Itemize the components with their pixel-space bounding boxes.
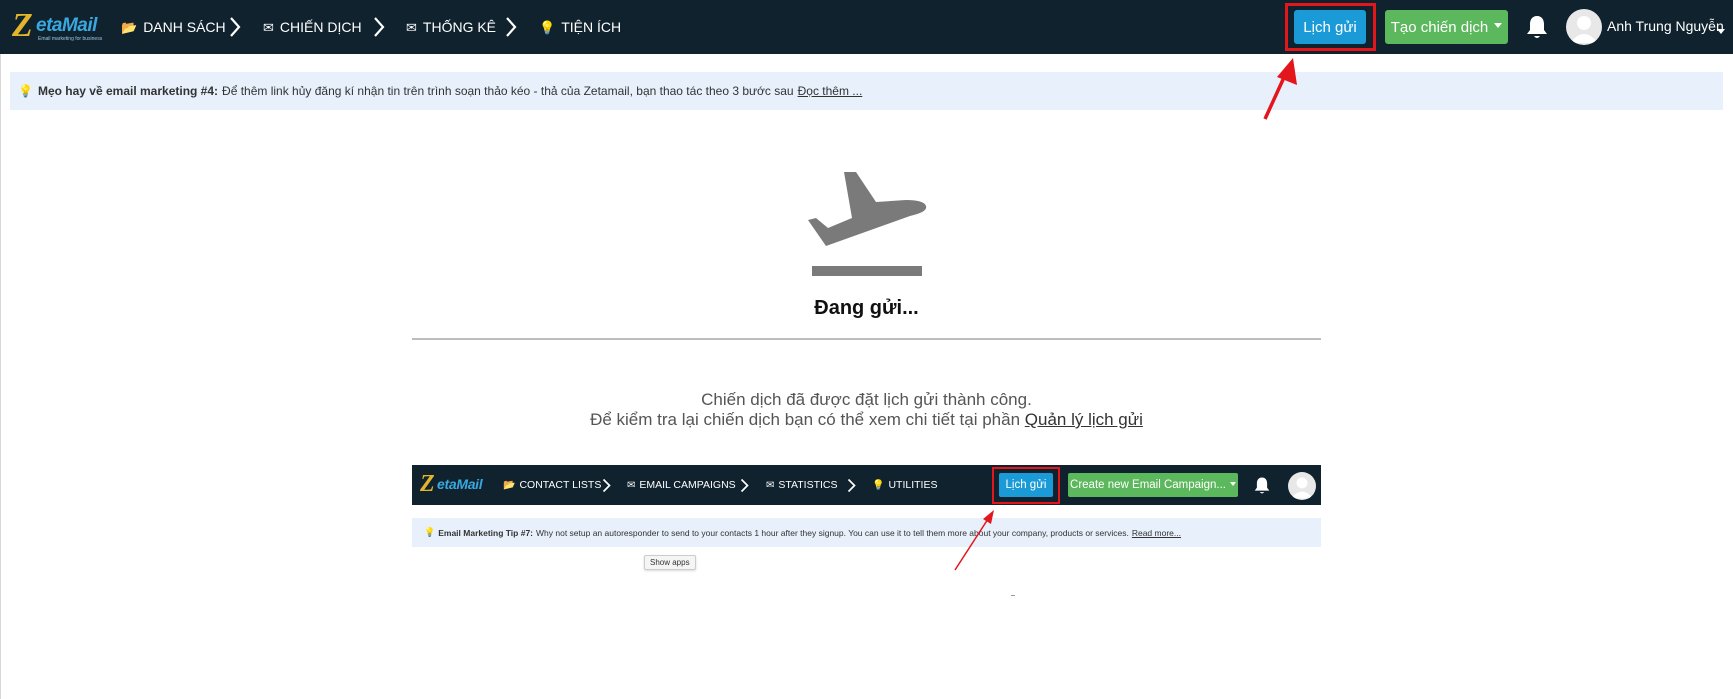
success-message: Chiến dịch đã được đặt lịch gửi thành cô… xyxy=(701,390,1032,409)
lightbulb-icon: 💡 xyxy=(424,527,436,537)
red-arrow-annotation xyxy=(1263,58,1297,120)
airplane-departure-icon xyxy=(808,172,927,276)
embedded-tip-text: Why not setup an autoresponder to send t… xyxy=(536,527,1129,538)
embedded-nav-utilities: 💡 UTILITIES xyxy=(872,465,937,505)
embedded-logo: Z etaMail xyxy=(420,471,486,499)
embedded-navbar: Z etaMail 📂 CONTACT LISTS ✉ EMAIL CAMPAI… xyxy=(412,465,1321,505)
bell-icon[interactable] xyxy=(1525,14,1549,40)
red-arrow-annotation xyxy=(954,510,994,571)
lightbulb-icon: 💡 xyxy=(18,84,33,98)
caret-down-icon[interactable] xyxy=(1717,29,1725,34)
chevron-right-icon xyxy=(740,478,749,493)
tip-bar: 💡 Mẹo hay về email marketing #4: Để thêm… xyxy=(10,72,1723,110)
nav-label: CONTACT LISTS xyxy=(519,479,602,491)
nav-contact-lists[interactable]: 📂 DANH SÁCH xyxy=(121,0,226,54)
embedded-screenshot: Z etaMail 📂 CONTACT LISTS ✉ EMAIL CAMPAI… xyxy=(412,465,1321,615)
logo-name: etaMail xyxy=(36,15,97,36)
embedded-nav-contact-lists: 📂 CONTACT LISTS xyxy=(503,465,601,505)
nav-utilities[interactable]: 💡 TIỆN ÍCH xyxy=(539,0,621,54)
embedded-nav-statistics: ✉ STATISTICS xyxy=(766,465,838,505)
nav-label: THỐNG KÊ xyxy=(422,19,497,35)
nav-label: STATISTICS xyxy=(778,479,838,491)
bell-icon xyxy=(1254,477,1270,494)
folder-icon: 📂 xyxy=(121,19,138,35)
nav-label: TIỆN ÍCH xyxy=(561,19,622,35)
avatar[interactable] xyxy=(1566,9,1602,45)
page-frame xyxy=(0,54,1,699)
logo-letter: Z xyxy=(12,7,33,44)
top-navbar: Z etaMail Email marketing for business 📂… xyxy=(0,0,1733,54)
sending-heading: Đang gửi... xyxy=(814,297,919,319)
instruction-message: Để kiểm tra lại chiến dịch bạn có thể xe… xyxy=(0,410,1733,430)
envelope-icon: ✉ xyxy=(766,479,775,491)
schedule-management-link[interactable]: Quản lý lịch gửi xyxy=(1025,410,1143,429)
embedded-tip-bar: 💡 Email Marketing Tip #7: Why not setup … xyxy=(412,518,1321,547)
embedded-schedule-highlight-box xyxy=(992,467,1060,504)
cursor-mark xyxy=(1011,595,1015,596)
embedded-read-more-link: Read more... xyxy=(1131,527,1181,538)
embedded-create-campaign-button: Create new Email Campaign... xyxy=(1068,473,1238,497)
instruction-text: Để kiểm tra lại chiến dịch bạn có thể xe… xyxy=(590,410,1021,429)
nav-campaigns[interactable]: ✉ CHIẾN DỊCH xyxy=(263,0,362,54)
user-silhouette-icon xyxy=(1291,477,1313,499)
chevron-right-icon xyxy=(602,478,611,493)
divider xyxy=(412,338,1321,340)
chevron-right-icon xyxy=(847,478,856,493)
nav-label: DANH SÁCH xyxy=(143,19,226,35)
zetamail-logo[interactable]: Z etaMail Email marketing for business xyxy=(12,7,102,46)
tip-text: Để thêm link hủy đăng kí nhận tin trên t… xyxy=(222,84,794,98)
create-campaign-button[interactable]: Tạo chiến dịch xyxy=(1385,10,1508,44)
envelope-icon: ✉ xyxy=(263,19,274,35)
embedded-nav-campaigns: ✉ EMAIL CAMPAIGNS xyxy=(627,465,736,505)
caret-down-icon xyxy=(1229,482,1236,486)
caret-down-icon xyxy=(1494,23,1503,28)
nav-statistics[interactable]: ✉ THỐNG KÊ xyxy=(406,0,496,54)
folder-icon: 📂 xyxy=(503,479,516,491)
nav-label: EMAIL CAMPAIGNS xyxy=(639,479,736,491)
embedded-tip-title: Email Marketing Tip #7: xyxy=(438,527,534,538)
logo-letter: Z xyxy=(420,471,435,497)
logo-name: etaMail xyxy=(437,476,483,492)
nav-label: CHIẾN DỊCH xyxy=(279,19,362,35)
envelope-icon: ✉ xyxy=(406,19,417,35)
envelope-icon: ✉ xyxy=(627,479,636,491)
user-silhouette-icon xyxy=(1570,16,1598,43)
lightbulb-icon: 💡 xyxy=(539,19,556,35)
chevron-right-icon xyxy=(230,17,241,37)
show-apps-tooltip: Show apps xyxy=(644,555,696,570)
tip-read-more-link[interactable]: Đọc thêm ... xyxy=(798,84,863,98)
create-campaign-label: Create new Email Campaign... xyxy=(1070,479,1226,491)
chevron-right-icon xyxy=(374,17,385,37)
chevron-right-icon xyxy=(506,17,517,37)
create-campaign-label: Tạo chiến dịch xyxy=(1390,18,1489,36)
schedule-highlight-box xyxy=(1285,3,1376,51)
tip-title: Mẹo hay về email marketing #4: xyxy=(37,84,219,98)
lightbulb-icon: 💡 xyxy=(872,479,885,491)
embedded-avatar xyxy=(1288,472,1316,500)
nav-label: UTILITIES xyxy=(888,479,938,491)
logo-tagline: Email marketing for business xyxy=(38,36,103,42)
user-name[interactable]: Anh Trung Nguyễn xyxy=(1607,18,1724,34)
